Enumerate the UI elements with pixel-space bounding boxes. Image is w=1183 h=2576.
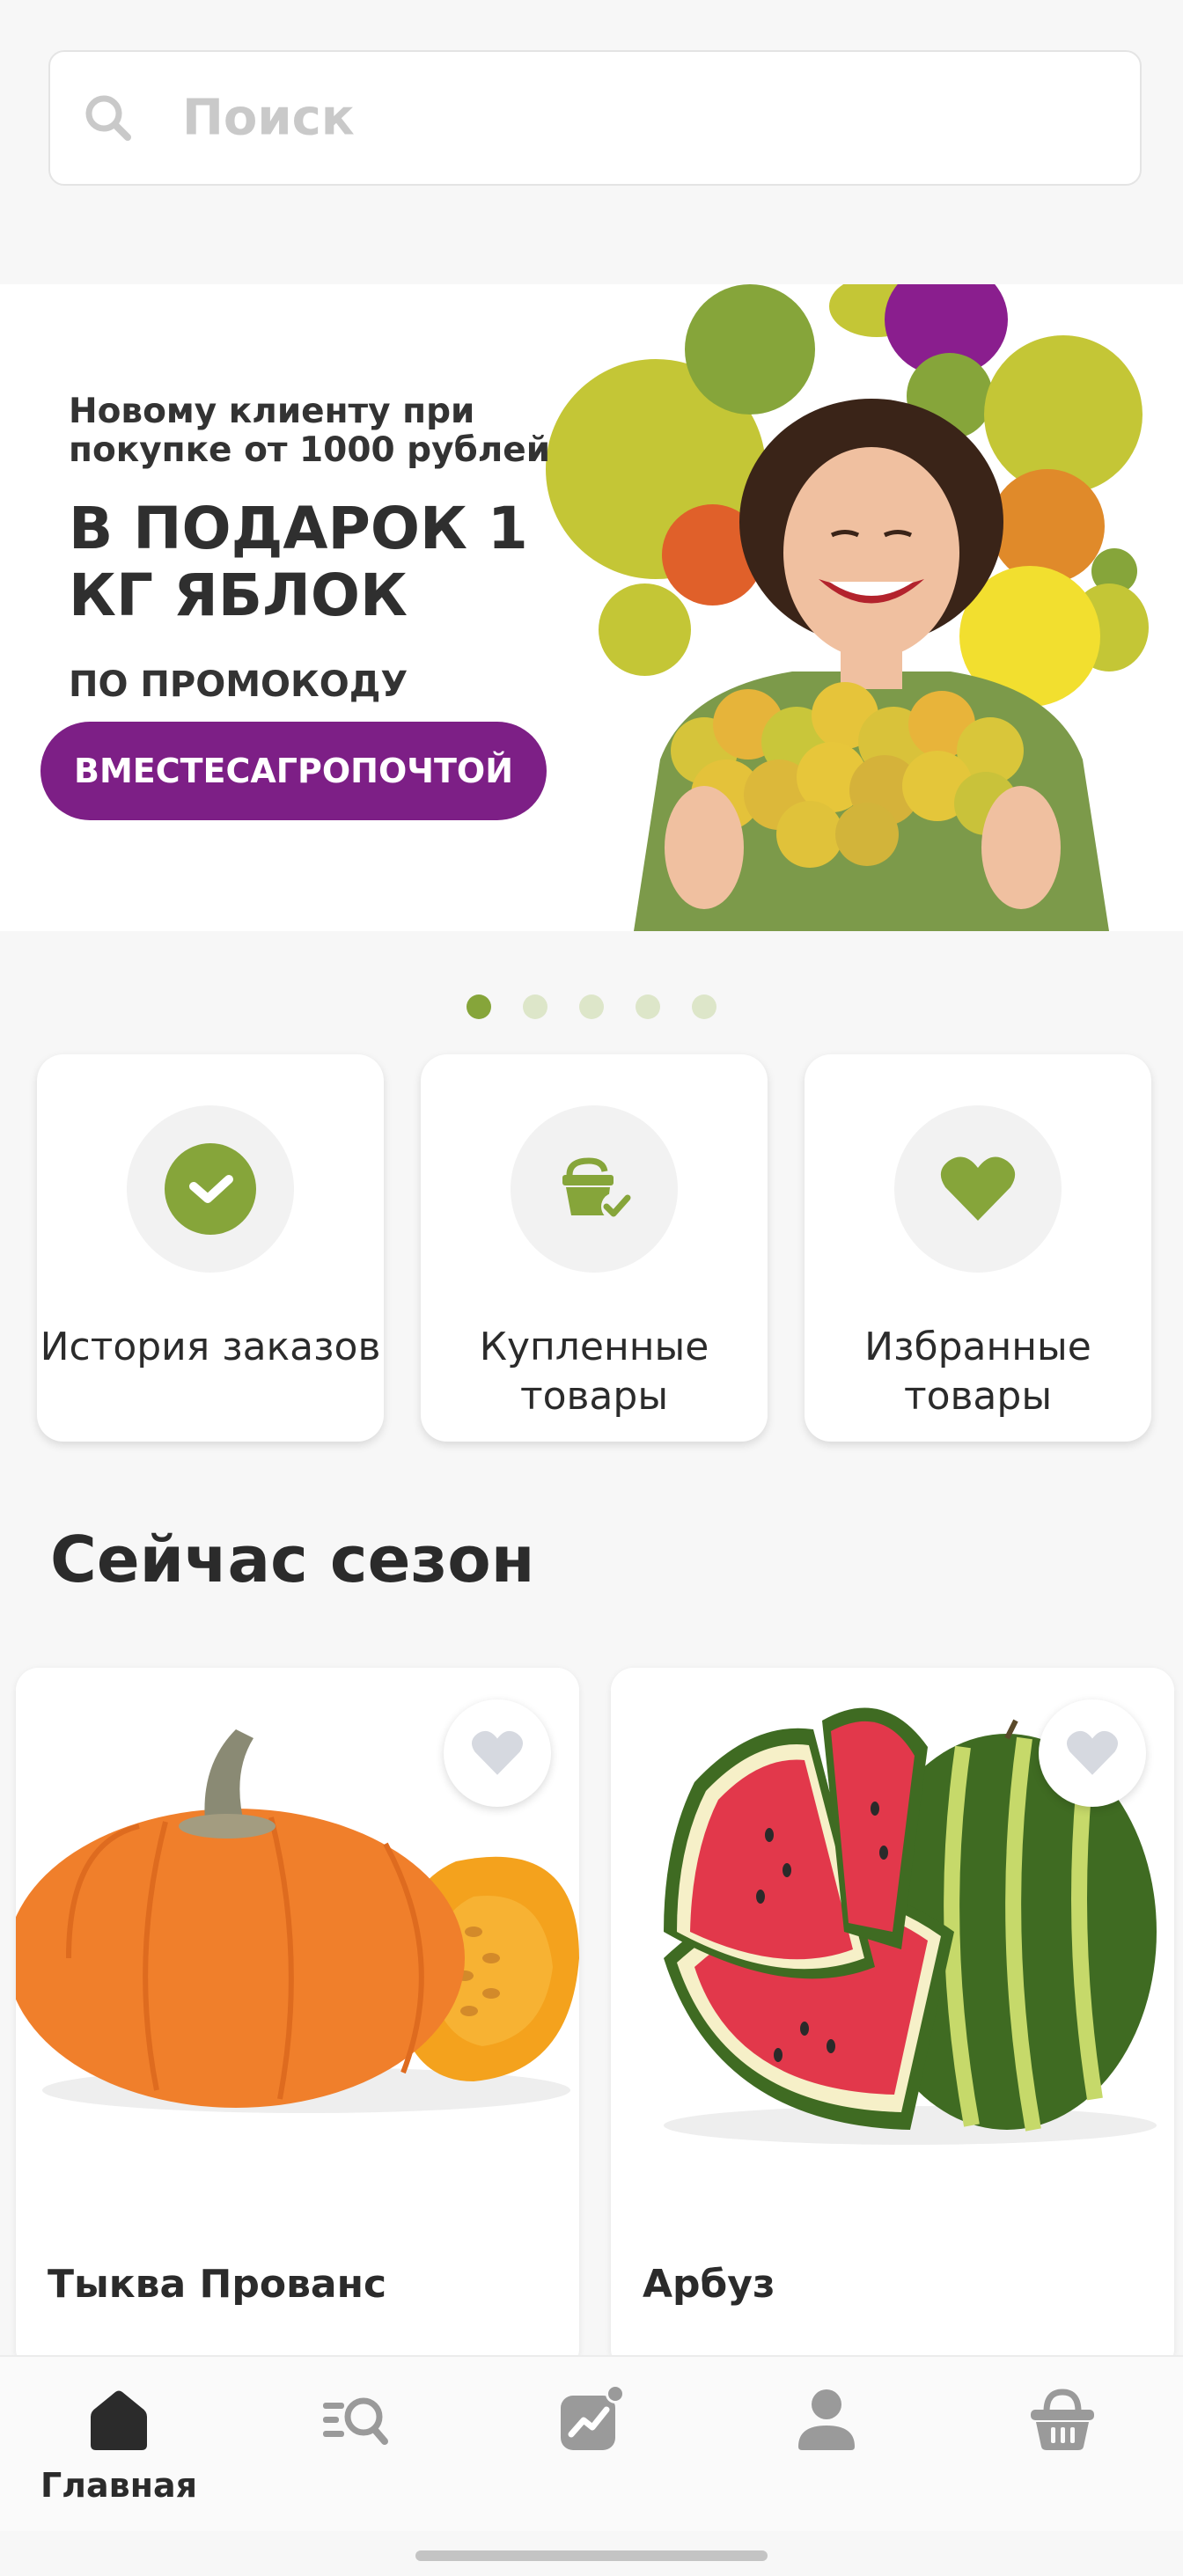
season-title: Сейчас сезон [50, 1523, 535, 1596]
promo-code-button[interactable]: ВМЕСТЕСАГРОПОЧТОЙ [40, 722, 547, 820]
icon-wrapper [127, 1105, 294, 1273]
home-icon [91, 2390, 147, 2450]
favorite-items-card[interactable]: Избранные товары [805, 1054, 1151, 1442]
quick-actions: История заказов Купленные товары Избранн… [37, 1054, 1151, 1442]
catalog-search-icon [323, 2397, 388, 2445]
basket-check-icon [562, 1157, 631, 1221]
bottom-navigation: Главная [0, 2355, 1183, 2531]
heart-icon [940, 1156, 1016, 1221]
favorite-button[interactable] [1039, 1699, 1146, 1807]
promo-banner[interactable]: Новому клиенту при покупке от 1000 рубле… [0, 284, 1183, 931]
chart-icon [561, 2384, 625, 2450]
carousel-dot-1[interactable] [467, 994, 491, 1019]
order-history-card[interactable]: История заказов [37, 1054, 384, 1442]
nav-profile[interactable] [743, 2383, 910, 2524]
nav-home[interactable]: Главная [35, 2383, 202, 2524]
favorite-items-label: Избранные товары [864, 1325, 1091, 1419]
cart-icon [1031, 2389, 1094, 2450]
woman-with-apples-image [634, 399, 1109, 931]
search-icon [85, 95, 131, 141]
home-screen: Поиск Новому клиенту при покупке от 1000… [0, 0, 1183, 2576]
favorite-button[interactable] [444, 1699, 551, 1807]
carousel-dots [0, 994, 1183, 1019]
product-card[interactable]: Арбуз [611, 1668, 1174, 2372]
carousel-dot-5[interactable] [692, 994, 716, 1019]
promo-headline: В ПОДАРОК 1 КГ ЯБЛОК [69, 495, 528, 629]
product-card[interactable]: Тыква Прованс [16, 1668, 579, 2372]
nav-cart[interactable] [979, 2383, 1146, 2524]
product-name: Тыква Прованс [48, 2262, 387, 2307]
promo-code-label: ПО ПРОМОКОДУ [69, 664, 408, 705]
check-circle-icon [165, 1143, 256, 1235]
promo-subtitle: Новому клиенту при покупке от 1000 рубле… [69, 392, 551, 470]
purchased-items-card[interactable]: Купленные товары [421, 1054, 768, 1442]
search-placeholder: Поиск [182, 89, 355, 147]
nav-analytics[interactable] [507, 2383, 674, 2524]
order-history-label: История заказов [40, 1325, 381, 1369]
carousel-dot-2[interactable] [523, 994, 547, 1019]
nav-catalog[interactable] [271, 2383, 438, 2524]
carousel-dot-3[interactable] [579, 994, 604, 1019]
purchased-items-label: Купленные товары [479, 1325, 709, 1419]
nav-home-label: Главная [40, 2466, 198, 2505]
heart-outline-icon [471, 1730, 524, 1775]
search-input[interactable]: Поиск [48, 50, 1142, 186]
profile-icon [798, 2389, 855, 2450]
heart-outline-icon [1066, 1730, 1119, 1775]
system-home-indicator[interactable] [415, 2550, 768, 2561]
icon-wrapper [511, 1105, 678, 1273]
carousel-dot-4[interactable] [636, 994, 660, 1019]
product-name: Арбуз [643, 2262, 775, 2307]
season-products: Тыква Прованс Арбуз [16, 1668, 1174, 2372]
icon-wrapper [894, 1105, 1062, 1273]
